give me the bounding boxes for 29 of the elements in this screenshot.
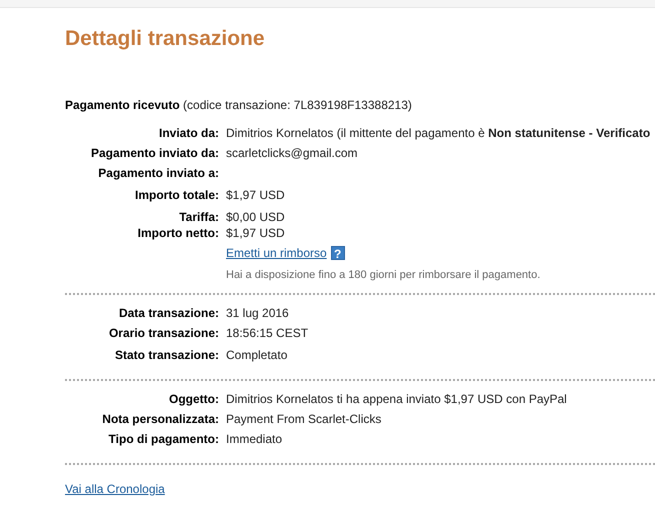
page-title: Dettagli transazione	[65, 26, 266, 52]
field-label: Data transazione:	[118, 305, 219, 321]
field-value: $1,97 USD	[226, 225, 285, 241]
field-label: Orario transazione:	[108, 325, 219, 341]
field-label: Oggetto:	[168, 391, 219, 407]
field-value: Dimitrios Kornelatos (il mittente del pagamento è Non statunitense - Verificato	[226, 125, 650, 141]
field-label: Pagamento inviato da:	[90, 145, 219, 161]
field-label: Nota personalizzata:	[101, 411, 219, 427]
refund-link[interactable]: Emetti un rimborso	[226, 245, 327, 261]
field-label: Importo netto:	[136, 225, 219, 241]
field-value: Immediato	[226, 431, 282, 447]
field-label: Tipo di pagamento:	[108, 431, 219, 447]
refund-note: Hai a disposizione fino a 180 giorni per rimborsare il pagamento.	[226, 269, 542, 281]
field-label: Importo totale:	[134, 187, 219, 203]
field-label: Tariffa:	[178, 209, 219, 225]
field-value: 31 lug 2016	[226, 305, 289, 321]
field-value: $1,97 USD	[226, 187, 285, 203]
field-label: Stato transazione:	[114, 347, 219, 363]
field-value: scarletclicks@gmail.com	[226, 145, 358, 161]
field-value: Payment From Scarlet-Clicks	[226, 411, 382, 427]
field-value: Completato	[226, 347, 288, 363]
summary-text: Pagamento ricevuto (codice transazione: 7L839198F13388213)	[65, 97, 413, 113]
field-value: $0,00 USD	[226, 209, 285, 225]
field-label: Pagamento inviato a:	[97, 165, 219, 181]
history-link[interactable]: Vai alla Cronologia	[65, 482, 165, 496]
field-value: 18:56:15 CEST	[226, 325, 308, 341]
help-icon[interactable]: ?	[330, 246, 345, 260]
field-label: Inviato da:	[158, 125, 219, 141]
field-value: Dimitrios Kornelatos ti ha appena inviato $1,97 USD con PayPal	[226, 391, 567, 407]
